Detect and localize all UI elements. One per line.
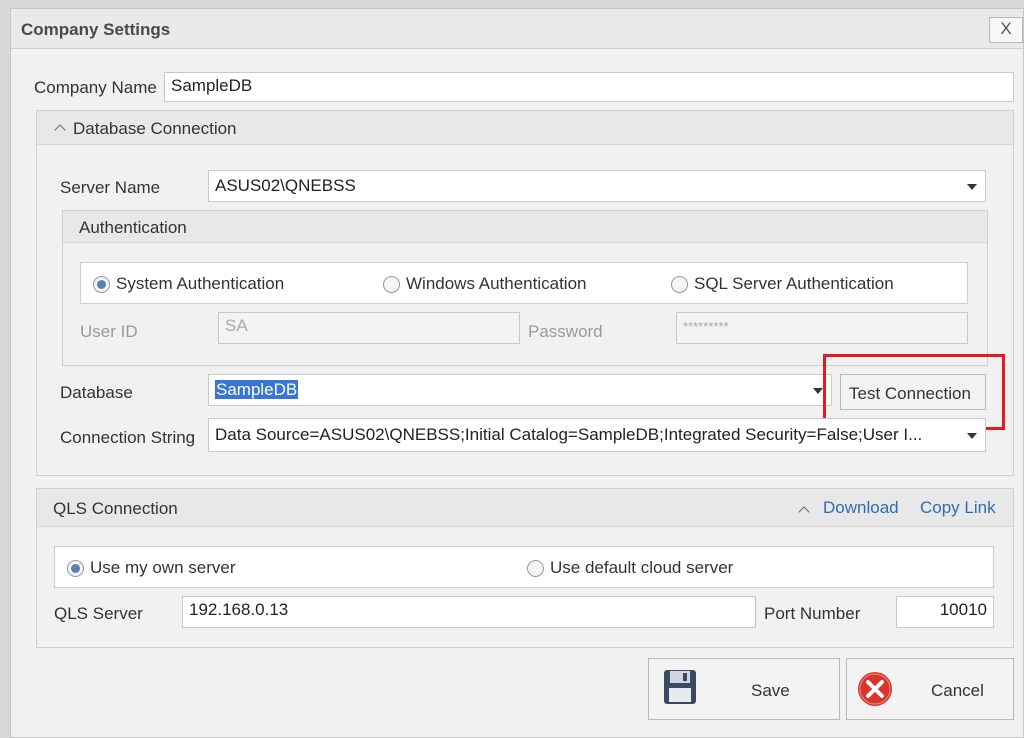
download-link[interactable]: Download: [823, 498, 899, 518]
user-id-label: User ID: [80, 322, 138, 341]
radio-unchecked-icon: [527, 559, 544, 577]
collapse-chevron-icon[interactable]: [54, 124, 66, 136]
radio-label: Use default cloud server: [550, 558, 734, 577]
qls-server-options: Use my own server Use default cloud serv…: [54, 546, 994, 588]
chevron-down-icon[interactable]: [813, 388, 823, 394]
radio-checked-icon: [67, 559, 84, 577]
authentication-header: Authentication: [63, 211, 987, 243]
radio-windows-authentication[interactable]: Windows Authentication: [383, 274, 587, 294]
radio-use-default-cloud-server[interactable]: Use default cloud server: [527, 558, 733, 578]
radio-unchecked-icon: [383, 275, 400, 293]
qls-server-label: QLS Server: [54, 604, 143, 623]
user-id-input: SA: [218, 312, 520, 344]
radio-label: Use my own server: [90, 558, 236, 577]
radio-label: System Authentication: [116, 274, 285, 293]
radio-system-authentication[interactable]: System Authentication: [93, 274, 284, 294]
server-name-value: ASUS02\QNEBSS: [215, 176, 356, 195]
floppy-disk-icon: [664, 670, 696, 704]
company-name-input[interactable]: SampleDB: [164, 72, 1014, 102]
user-id-value: SA: [225, 316, 248, 335]
company-name-value: SampleDB: [171, 76, 253, 95]
server-name-label: Server Name: [60, 178, 161, 197]
qls-server-value: 192.168.0.13: [189, 600, 289, 619]
database-connection-header[interactable]: Database Connection: [37, 111, 1013, 145]
password-input: *********: [676, 312, 968, 344]
connection-string-dropdown[interactable]: Data Source=ASUS02\QNEBSS;Initial Catalo…: [208, 418, 986, 452]
database-dropdown[interactable]: SampleDB: [208, 374, 832, 406]
database-connection-title: Database Connection: [73, 119, 237, 138]
cancel-x-icon: [858, 672, 892, 706]
radio-label: Windows Authentication: [406, 274, 587, 293]
authentication-title: Authentication: [79, 218, 187, 237]
chevron-down-icon[interactable]: [967, 433, 977, 439]
radio-use-own-server[interactable]: Use my own server: [67, 558, 235, 578]
cancel-label: Cancel: [931, 681, 984, 700]
title-bar: Company Settings X: [11, 9, 1023, 49]
port-number-value: 10010: [939, 600, 987, 619]
database-value: SampleDB: [215, 380, 299, 399]
database-label: Database: [60, 383, 133, 402]
cancel-button[interactable]: Cancel: [846, 658, 1014, 720]
chevron-down-icon[interactable]: [967, 184, 977, 190]
radio-sql-server-authentication[interactable]: SQL Server Authentication: [671, 274, 894, 294]
radio-label: SQL Server Authentication: [694, 274, 894, 293]
dialog-title: Company Settings: [21, 20, 171, 39]
save-label: Save: [751, 681, 790, 700]
port-number-input[interactable]: 10010: [896, 596, 994, 628]
company-name-label: Company Name: [34, 78, 157, 97]
radio-checked-icon: [93, 275, 110, 293]
save-button[interactable]: Save: [648, 658, 840, 720]
connection-string-label: Connection String: [60, 428, 196, 447]
connection-string-value: Data Source=ASUS02\QNEBSS;Initial Catalo…: [215, 425, 923, 444]
password-label: Password: [528, 322, 603, 341]
radio-unchecked-icon: [671, 275, 688, 293]
port-number-label: Port Number: [764, 604, 861, 623]
password-value: *********: [683, 319, 729, 334]
close-icon: X: [1000, 19, 1012, 38]
close-button[interactable]: X: [989, 17, 1023, 43]
qls-server-input[interactable]: 192.168.0.13: [182, 596, 756, 628]
copy-link[interactable]: Copy Link: [920, 498, 996, 518]
qls-connection-title: QLS Connection: [53, 499, 178, 518]
authentication-options: System Authentication Windows Authentica…: [80, 262, 968, 304]
server-name-dropdown[interactable]: ASUS02\QNEBSS: [208, 170, 986, 202]
